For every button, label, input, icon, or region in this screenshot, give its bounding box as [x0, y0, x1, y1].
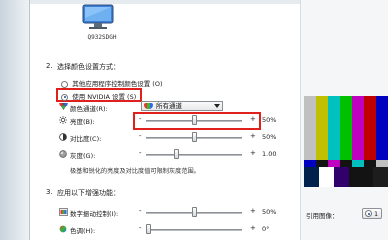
radio-other-app[interactable]: 其他应用程序控制颜色设置 (O) [61, 78, 163, 88]
color-channel-dropdown[interactable]: 所有通道 [141, 101, 223, 111]
digital-vibrance-slider-thumb[interactable] [192, 207, 197, 217]
digital-vibrance-plus[interactable]: + [250, 207, 256, 215]
brightness-icon [59, 116, 67, 124]
brightness-slider-thumb[interactable] [192, 115, 197, 125]
gamma-track[interactable] [146, 154, 242, 156]
hue-value: 0° [262, 225, 270, 233]
contrast-value: 50% [262, 133, 277, 141]
monitor-name-label: Q932SDGH [87, 34, 117, 41]
radio-other-app-label: 其他应用程序控制颜色设置 (O) [72, 80, 163, 88]
test-pattern-pluge [304, 167, 388, 187]
brightness-label: 亮度(B): [70, 118, 95, 126]
digital-vibrance-icon [59, 208, 68, 216]
section-2-title: 选择颜色设置方式： [57, 63, 120, 71]
contrast-slider-thumb[interactable] [192, 132, 197, 142]
color-channel-icon [59, 103, 68, 110]
color-channel-value: 所有通道 [156, 102, 182, 110]
brightness-plus[interactable]: + [250, 115, 256, 123]
reference-radio-icon [365, 210, 372, 217]
test-pattern-reverse-strip [304, 160, 388, 167]
hue-slider-thumb[interactable] [146, 224, 151, 234]
gamma-plus[interactable]: + [250, 149, 256, 157]
contrast-plus[interactable]: + [250, 132, 256, 140]
radio-nvidia-settings[interactable]: 使用 NVIDIA 设置 (S) [61, 91, 136, 101]
digital-vibrance-label: 数字振动控制(I): [70, 210, 119, 218]
radio-nvidia-label: 使用 NVIDIA 设置 (S) [72, 93, 137, 101]
section-3-number: 3. [46, 188, 53, 196]
radio-selected-icon [61, 93, 68, 101]
test-pattern-color-bars [304, 96, 388, 160]
gamma-minus[interactable]: - [139, 149, 142, 157]
hue-plus[interactable]: + [250, 224, 256, 232]
reference-radio-value: 1 [374, 210, 379, 218]
gamma-icon [59, 150, 67, 158]
display-monitor-icon[interactable] [80, 4, 116, 29]
contrast-label: 对比度(C): [70, 135, 102, 143]
hue-track[interactable] [146, 229, 242, 231]
range-note: 极基和锐化的亮度及对比度值可限制灰度范围。 [70, 168, 200, 175]
chevron-down-icon [214, 104, 220, 108]
radio-icon [61, 80, 68, 88]
digital-vibrance-value: 50% [262, 208, 277, 216]
section-3-title: 应用以下增强功能： [57, 189, 120, 197]
contrast-icon [59, 133, 67, 141]
hue-label: 色调(H): [70, 227, 96, 235]
hue-minus[interactable]: - [139, 224, 142, 232]
section-2-number: 2. [46, 62, 53, 70]
reference-image-option[interactable]: 1 [362, 208, 382, 219]
gamma-label: 灰度(G): [70, 152, 96, 160]
reference-image-label: 引用图像： [306, 212, 339, 220]
digital-vibrance-minus[interactable]: - [139, 207, 142, 215]
all-channels-icon [144, 103, 153, 109]
brightness-minus[interactable]: - [139, 115, 142, 123]
contrast-minus[interactable]: - [139, 132, 142, 140]
color-channel-label: 颜色通道(R): [70, 105, 108, 113]
hue-icon [59, 225, 67, 233]
brightness-value: 50% [262, 116, 277, 124]
gamma-slider-thumb[interactable] [174, 149, 179, 159]
navigation-sidebar [0, 0, 30, 240]
gamma-value: 1.00 [262, 150, 277, 158]
